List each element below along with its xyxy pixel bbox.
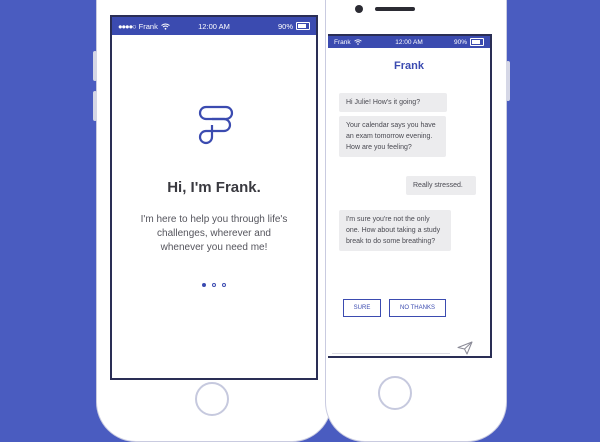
message-input[interactable] — [332, 353, 450, 354]
user-message: Really stressed. — [406, 176, 476, 195]
bot-message: Hi Julie! How's it going? — [339, 93, 447, 112]
no-thanks-button[interactable]: NO THANKS — [389, 299, 446, 317]
carrier-name: Frank — [334, 38, 351, 46]
battery-percentage: 90% — [453, 38, 467, 46]
status-bar: ●●●●○ Frank 12:00 AM 90% — [112, 17, 316, 35]
carrier-name: Frank — [138, 21, 158, 31]
signal-strength-icon: ●●●●○ — [118, 21, 137, 31]
volume-button — [93, 91, 97, 121]
onboarding-screen: ●●●●○ Frank 12:00 AM 90% Hi, I'm Frank. … — [110, 15, 318, 380]
battery-icon — [296, 22, 310, 30]
chat-screen: Frank 12:00 AM 90% Frank Hi Julie! How's… — [328, 34, 492, 358]
page-dot-2[interactable] — [212, 283, 216, 287]
page-dot-3[interactable] — [222, 283, 226, 287]
bot-message: Your calendar says you have an exam tomo… — [339, 116, 446, 157]
onboarding-description: I'm here to help you through life's chal… — [140, 214, 288, 253]
page-indicator[interactable] — [112, 283, 316, 287]
page-dot-1[interactable] — [202, 283, 206, 287]
sure-button[interactable]: SURE — [343, 299, 381, 317]
onboarding-title: Hi, I'm Frank. — [167, 179, 261, 196]
front-camera — [355, 5, 363, 13]
wifi-icon — [161, 23, 170, 30]
send-icon[interactable] — [457, 341, 473, 355]
frank-logo-icon — [198, 105, 234, 145]
status-bar: Frank 12:00 AM 90% — [328, 36, 490, 48]
battery-percentage: 90% — [277, 21, 293, 31]
home-button-right[interactable] — [378, 376, 412, 410]
home-button-left[interactable] — [195, 382, 229, 416]
battery-icon — [470, 38, 484, 46]
power-button — [506, 61, 510, 101]
chat-title: Frank — [394, 60, 424, 72]
volume-button — [93, 51, 97, 81]
wifi-icon — [353, 39, 362, 45]
speaker-grille — [375, 7, 415, 11]
bot-message: I'm sure you're not the only one. How ab… — [339, 210, 451, 251]
